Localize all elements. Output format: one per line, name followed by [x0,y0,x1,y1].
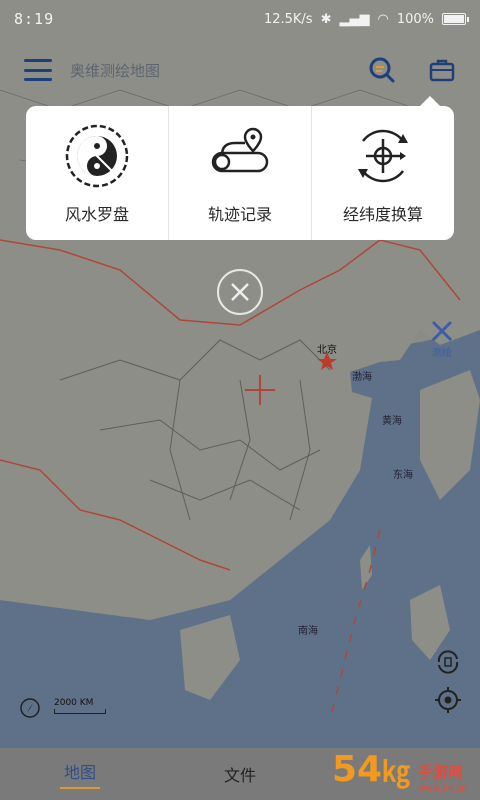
tool-track-record[interactable]: 轨迹记录 [169,106,312,240]
survey-label: 测绘 [432,348,452,359]
popup-pointer [420,96,440,106]
scale-label: 2000 KM [54,698,94,708]
locate-me-icon[interactable] [433,685,463,715]
toolbox-icon[interactable] [428,56,456,84]
map-label-nanhai: 南海 [298,626,318,637]
tool-coordinate-convert[interactable]: 经纬度换算 [312,106,454,240]
rotate-map-icon[interactable] [433,647,463,677]
svg-text:54: 54 [332,749,382,790]
search-map-icon[interactable] [368,56,396,84]
battery-percent: 100% [396,11,434,27]
nav-tab-label: 地图 [63,763,96,782]
tool-fengshui-compass[interactable]: 风水罗盘 [26,106,169,240]
map-label-huanghai: 黄海 [382,416,402,427]
svg-text:www.54.cn: www.54.cn [418,784,467,794]
close-icon [231,283,249,301]
tools-popup: 风水罗盘 轨迹记录 经纬度换算 [26,96,454,240]
signal-icon: ▂▄▆ [339,11,370,27]
nav-tab-map[interactable]: 地图 [0,748,160,800]
coordinate-convert-icon [358,129,408,183]
svg-text:手游网: 手游网 [418,763,463,781]
tool-label: 轨迹记录 [207,205,272,224]
tool-label: 经纬度换算 [342,205,423,224]
close-popup-button[interactable] [217,269,263,315]
fengshui-compass-icon [65,124,129,188]
svg-text:㎏: ㎏ [382,755,410,789]
map-label-bohai: 渤海 [352,372,372,383]
compass-icon[interactable] [18,696,42,720]
map-label-donghai: 东海 [393,470,413,481]
nav-tab-label: 文件 [223,766,256,785]
wifi-icon: ◠ [377,11,389,27]
track-record-icon [211,127,269,173]
network-speed: 12.5K/s [263,11,313,27]
ruler-pencil-icon [431,320,453,342]
survey-button[interactable]: 测绘 [422,318,462,362]
active-tab-indicator [60,787,100,789]
status-bar: 8:19 12.5K/s ✱ ▂▄▆ ◠ 100% [0,0,480,38]
bluetooth-icon: ✱ [320,11,332,27]
status-time: 8:19 [14,10,55,28]
map-label-beijing: 北京 [317,345,337,356]
hamburger-menu-icon[interactable] [24,59,52,81]
nav-tab-files[interactable]: 文件 [160,748,320,800]
battery-icon [442,13,469,25]
top-bar: 奥维测绘地图 [0,44,480,96]
watermark-logo: 54 ㎏ 手游网 www.54.cn [332,749,467,794]
scale-bar: 2000 KM [54,698,106,714]
app-title: 奥维测绘地图 [70,61,161,80]
tool-label: 风水罗盘 [64,205,129,224]
